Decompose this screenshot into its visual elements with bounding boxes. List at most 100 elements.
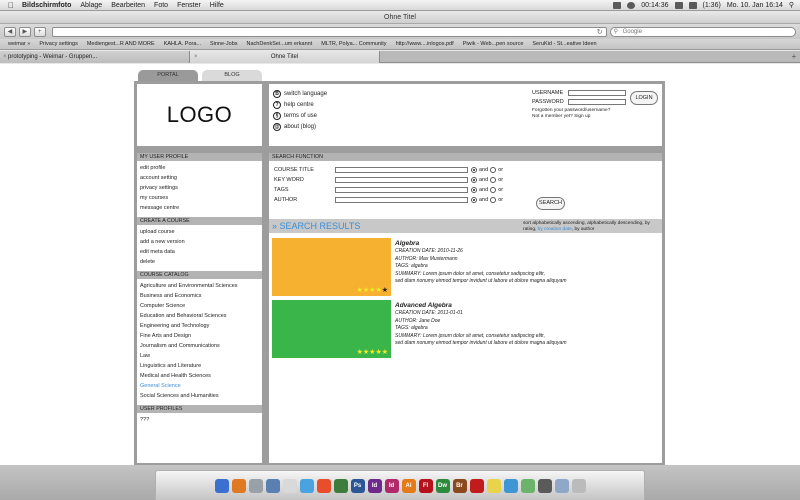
fl-icon[interactable]: Fl xyxy=(418,478,433,493)
volume-icon[interactable] xyxy=(688,1,697,9)
safari-icon[interactable] xyxy=(299,478,314,493)
tab-portal[interactable]: PORTAL xyxy=(138,70,198,81)
acrobat-icon[interactable] xyxy=(469,478,484,493)
bookmark-item[interactable]: Mediengest...R AND MORE xyxy=(87,41,155,47)
bookmark-item[interactable]: weimar » xyxy=(8,41,30,47)
or-radio[interactable] xyxy=(490,197,497,203)
preview-icon[interactable] xyxy=(265,478,280,493)
bookmark-item[interactable]: SeruKid - St...eative Ideen xyxy=(532,41,596,47)
messages-icon[interactable] xyxy=(520,478,535,493)
new-tab-button[interactable]: + xyxy=(788,51,800,62)
menu-app-name[interactable]: Bildschirmfoto xyxy=(22,2,71,9)
course-thumbnail[interactable]: ★★★★★ xyxy=(272,238,391,296)
ai-icon[interactable]: Ai xyxy=(401,478,416,493)
google-search-input[interactable]: ⚲ Google xyxy=(609,26,796,37)
br-icon[interactable]: Br xyxy=(452,478,467,493)
course-thumbnail[interactable]: ★★★★★ xyxy=(272,300,391,358)
bookmark-item[interactable]: http://www....inlogos.pdf xyxy=(396,41,454,47)
menu-item-ablage[interactable]: Ablage xyxy=(80,2,102,9)
keyword-input[interactable] xyxy=(335,177,468,183)
add-bookmark-button[interactable]: + xyxy=(33,26,46,37)
vlc-icon[interactable] xyxy=(486,478,501,493)
catalog-item[interactable]: Linguistics and Literature xyxy=(140,361,259,371)
and-radio[interactable] xyxy=(471,177,477,183)
wifi-icon[interactable] xyxy=(674,1,683,9)
catalog-item[interactable]: Computer Science xyxy=(140,301,259,311)
catalog-item[interactable]: Law xyxy=(140,351,259,361)
result-title[interactable]: Advanced Algebra xyxy=(395,302,657,310)
switch-language-link[interactable]: B switch language xyxy=(273,88,327,99)
about-blog-link[interactable]: @ about (blog) xyxy=(273,121,327,132)
login-button[interactable]: LOGIN xyxy=(630,91,658,105)
tags-input[interactable] xyxy=(335,187,468,193)
help-centre-link[interactable]: ? help centre xyxy=(273,99,327,110)
finder-icon[interactable] xyxy=(214,478,229,493)
bookmark-item[interactable]: MLTR, Polya... Community xyxy=(321,41,386,47)
sidebar-item-upload-course[interactable]: upload course xyxy=(140,227,259,237)
sidebar-item-my-courses[interactable]: my courses xyxy=(140,193,259,203)
result-item[interactable]: ★★★★★ Advanced Algebra CREATION DATE: 20… xyxy=(272,300,659,358)
menu-datetime[interactable]: Mo. 10. Jan 16:14 xyxy=(727,2,783,9)
catalog-item[interactable]: Agriculture and Environmental Sciences xyxy=(140,281,259,291)
sort-options[interactable]: sort alphabetically ascending, alphabeti… xyxy=(523,221,659,232)
firefox-icon[interactable] xyxy=(231,478,246,493)
sort-active[interactable]: by creation date xyxy=(538,227,572,232)
dw-icon[interactable]: Dw xyxy=(435,478,450,493)
id-icon[interactable]: Id xyxy=(367,478,382,493)
apple-menu-icon[interactable]:  xyxy=(0,1,22,10)
photoshop-alt-icon[interactable] xyxy=(333,478,348,493)
downloads-icon[interactable] xyxy=(554,478,569,493)
search-button[interactable]: SEARCH xyxy=(536,197,565,210)
sidebar-item-privacy-settings[interactable]: privacy settings xyxy=(140,183,259,193)
menu-item-bearbeiten[interactable]: Bearbeiten xyxy=(111,2,145,9)
catalog-item[interactable]: Engineering and Technology xyxy=(140,321,259,331)
forward-button[interactable]: ▶ xyxy=(18,26,31,37)
catalog-item[interactable]: Social Sciences and Humanities xyxy=(140,391,259,401)
author-input[interactable] xyxy=(335,197,468,203)
course-title-input[interactable] xyxy=(335,167,468,173)
spotlight-icon[interactable]: ⚲ xyxy=(789,1,794,9)
browser-tab-prototyping[interactable]: × prototyping - Weimar - Gruppen... xyxy=(0,51,190,63)
sidebar-item-add-version[interactable]: add a new version xyxy=(140,237,259,247)
signup-link[interactable]: Not a member yet? Sign up xyxy=(532,114,658,120)
tab-blog[interactable]: BLOG xyxy=(202,70,262,81)
sidebar-item-message-centre[interactable]: message centre xyxy=(140,203,259,213)
sidebar-item-account-setting[interactable]: account setting xyxy=(140,173,259,183)
or-radio[interactable] xyxy=(490,187,497,193)
itunes-icon[interactable] xyxy=(316,478,331,493)
menu-item-foto[interactable]: Foto xyxy=(154,2,168,9)
dropbox-icon[interactable] xyxy=(613,1,622,9)
and-radio[interactable] xyxy=(471,187,477,193)
result-item[interactable]: ★★★★★ Algebra CREATION DATE: 2010-11-26 … xyxy=(272,238,659,296)
catalog-item[interactable]: Fine Arts and Design xyxy=(140,331,259,341)
catalog-item[interactable]: Business and Economics xyxy=(140,291,259,301)
terms-of-use-link[interactable]: § terms of use xyxy=(273,110,327,121)
catalog-item-selected[interactable]: General Science xyxy=(140,381,259,391)
ps-icon[interactable]: Ps xyxy=(350,478,365,493)
browser-tab-ohne-titel[interactable]: × Ohne Titel xyxy=(190,51,380,63)
close-tab-icon[interactable]: × xyxy=(3,51,7,63)
sort-text[interactable]: , by author xyxy=(572,227,595,232)
terminal-icon[interactable] xyxy=(537,478,552,493)
or-radio[interactable] xyxy=(490,167,497,173)
and-radio[interactable] xyxy=(471,197,477,203)
back-button[interactable]: ◀ xyxy=(4,26,16,37)
result-title[interactable]: Algebra xyxy=(395,240,657,248)
or-radio[interactable] xyxy=(490,177,497,183)
bookmark-item[interactable]: Privacy settings xyxy=(39,41,78,47)
address-bar[interactable]: ↻ xyxy=(51,26,607,37)
sidebar-item-edit-profile[interactable]: edit profile xyxy=(140,163,259,173)
bookmark-item[interactable]: KAHLA. Pora... xyxy=(164,41,201,47)
catalog-item[interactable]: Medical and Health Sciences xyxy=(140,371,259,381)
catalog-item[interactable]: Journalism and Communications xyxy=(140,341,259,351)
bookmark-item[interactable]: Sinne-Jobs xyxy=(210,41,238,47)
menu-item-fenster[interactable]: Fenster xyxy=(177,2,201,9)
battery-status[interactable]: (1:36) xyxy=(703,2,721,9)
trash-icon[interactable] xyxy=(571,478,586,493)
skype-icon[interactable] xyxy=(503,478,518,493)
site-logo[interactable]: LOGO xyxy=(137,84,262,146)
mail-icon[interactable] xyxy=(248,478,263,493)
sidebar-item-delete[interactable]: delete xyxy=(140,257,259,267)
id-cs-icon[interactable]: Id xyxy=(384,478,399,493)
catalog-item[interactable]: Education and Behavioral Sciences xyxy=(140,311,259,321)
